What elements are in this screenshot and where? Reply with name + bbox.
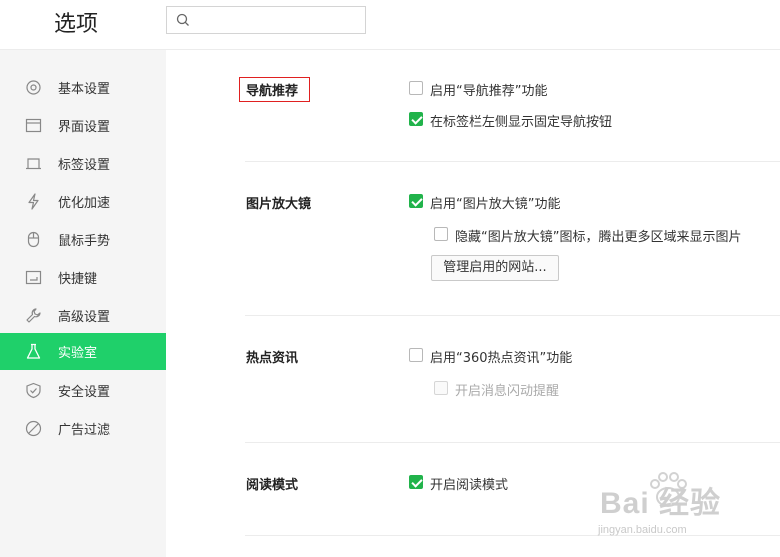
hotnews-flash-label: 开启消息闪动提醒: [455, 384, 560, 399]
search-icon: [176, 13, 189, 26]
watermark-logo: Bai 经验 jingyan.baidu.com: [596, 468, 746, 548]
reading-enable-checkbox[interactable]: [409, 475, 423, 489]
magnifier-hide-icon-checkbox[interactable]: [434, 227, 448, 241]
section-divider: [245, 315, 780, 316]
sidebar-item-adblock[interactable]: 广告过滤: [0, 410, 166, 447]
nav-fixed-button-checkbox[interactable]: [409, 112, 423, 126]
mouse-icon: [27, 231, 40, 248]
manage-sites-button[interactable]: 管理启用的网站...: [431, 255, 559, 281]
section-title-magnifier: 图片放大镜: [246, 197, 312, 212]
window-icon: [25, 118, 42, 133]
magnifier-enable-checkbox[interactable]: [409, 194, 423, 208]
section-title-hotnews: 热点资讯: [246, 351, 299, 366]
sidebar-item-shortcuts[interactable]: 快捷键: [0, 259, 166, 296]
watermark-brand: Bai 经验: [600, 487, 722, 520]
search-box[interactable]: [166, 6, 366, 34]
reading-enable-label: 开启阅读模式: [430, 478, 509, 493]
sidebar-item-label: 快捷键: [58, 272, 98, 287]
sidebar-item-label: 鼠标手势: [58, 234, 111, 249]
nav-enable-checkbox[interactable]: [409, 81, 423, 95]
sidebar-item-basic[interactable]: 基本设置: [0, 69, 166, 106]
wrench-icon: [26, 308, 41, 323]
sidebar-item-label: 广告过滤: [58, 423, 111, 438]
sidebar-item-lab[interactable]: 实验室: [0, 333, 166, 370]
tab-icon: [26, 158, 41, 170]
sidebar-item-label: 实验室: [58, 346, 98, 361]
sidebar-item-interface[interactable]: 界面设置: [0, 107, 166, 144]
top-bar: 选项: [0, 0, 780, 50]
sidebar-item-optimize[interactable]: 优化加速: [0, 183, 166, 220]
section-title-nav: 导航推荐: [246, 84, 299, 99]
hotnews-enable-checkbox[interactable]: [409, 348, 423, 362]
keyboard-icon: [25, 270, 42, 285]
nav-enable-label: 启用“导航推荐”功能: [430, 84, 548, 99]
page-title: 选项: [54, 12, 99, 37]
magnifier-hide-icon-label: 隐藏“图片放大镜”图标，腾出更多区域来显示图片: [455, 230, 742, 245]
sidebar-item-label: 优化加速: [58, 196, 111, 211]
sidebar-item-label: 安全设置: [58, 385, 111, 400]
lightning-icon: [28, 193, 39, 210]
magnifier-enable-label: 启用“图片放大镜”功能: [430, 197, 561, 212]
nav-fixed-button-label: 在标签栏左侧显示固定导航按钮: [430, 115, 613, 130]
sidebar-item-advanced[interactable]: 高级设置: [0, 297, 166, 334]
section-divider: [245, 442, 780, 443]
search-input[interactable]: [195, 9, 361, 31]
shield-icon: [26, 382, 41, 399]
block-icon: [25, 420, 42, 437]
sidebar-item-mouse[interactable]: 鼠标手势: [0, 221, 166, 258]
watermark-url: jingyan.baidu.com: [598, 524, 687, 536]
sidebar-item-security[interactable]: 安全设置: [0, 372, 166, 409]
gear-icon: [26, 80, 41, 95]
flask-icon: [26, 343, 41, 359]
hotnews-enable-label: 启用“360热点资讯”功能: [430, 351, 573, 366]
sidebar-item-tabs[interactable]: 标签设置: [0, 145, 166, 182]
sidebar-item-label: 界面设置: [58, 120, 111, 135]
section-divider: [245, 161, 780, 162]
sidebar-item-label: 高级设置: [58, 310, 111, 325]
hotnews-flash-checkbox: [434, 381, 448, 395]
sidebar-item-label: 基本设置: [58, 82, 111, 97]
section-title-reading: 阅读模式: [246, 478, 299, 493]
sidebar: 基本设置 界面设置 标签设置 优化加速 鼠标手势 快捷键 高级设置 实验室 安全…: [0, 50, 166, 557]
sidebar-item-label: 标签设置: [58, 158, 111, 173]
